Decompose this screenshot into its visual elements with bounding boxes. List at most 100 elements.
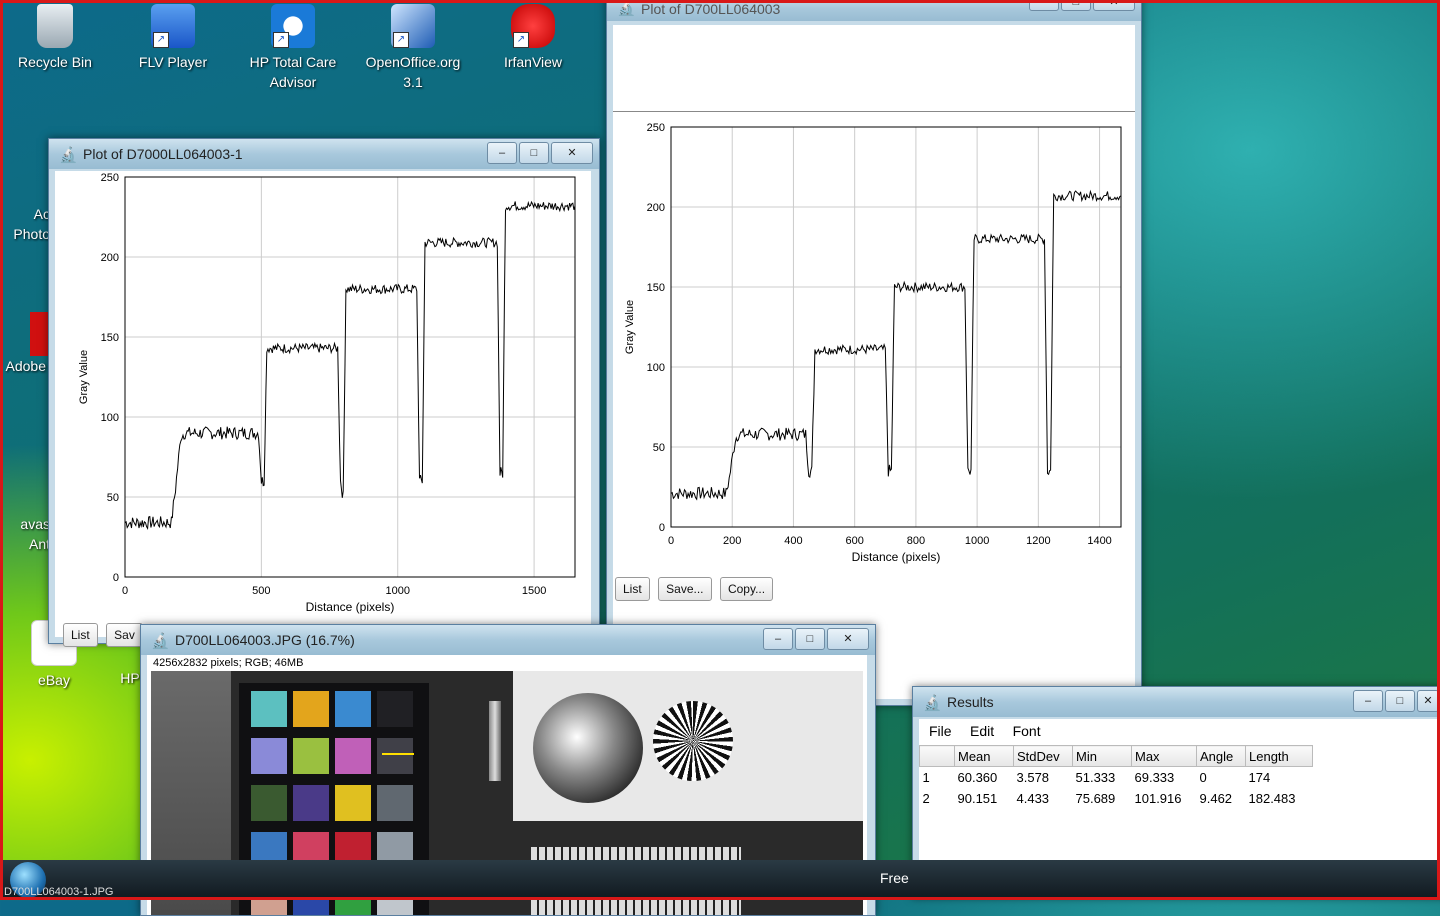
table-row[interactable]: 2 90.151 4.433 75.689 101.916 9.462 182.… [920,788,1313,809]
taskbar-item[interactable]: D700LL064003-1.JPG [4,886,113,898]
minimize-button[interactable]: – [487,142,517,164]
column-header[interactable]: Mean [954,745,1014,767]
y-tick-label: 200 [101,252,119,264]
siemens-star [653,701,733,781]
cell: 75.689 [1075,791,1116,806]
microscope-icon: 🔬 [617,0,636,17]
column-header[interactable]: StdDev [1013,745,1073,767]
desktop-icon-adobe-partial[interactable]: Adobe [0,312,52,376]
menu-edit[interactable]: Edit [970,723,994,739]
desktop-icon-flv-player[interactable]: ↗ FLV Player [118,4,228,72]
microscope-icon: 🔬 [151,633,170,650]
cell: 60.360 [957,770,998,785]
plot-area [670,126,1122,528]
y-axis-label: Gray Value [78,350,90,404]
list-button[interactable]: List [615,577,650,601]
icon-label: IrfanView [503,54,563,70]
x-tick-label: 0 [668,535,674,547]
window-title: Results [947,694,994,710]
desktop-icon-acrobat-partial[interactable]: Ac Photo [0,160,50,244]
cell: 69.333 [1134,770,1175,785]
desktop-icon-openoffice[interactable]: ↗ OpenOffice.org 3.1 [358,4,468,92]
desktop-icon-irfanview[interactable]: ↗ IrfanView [478,4,588,72]
maximize-button[interactable]: □ [519,142,549,164]
y-tick-label: 50 [107,492,119,504]
test-target [513,671,863,821]
color-swatch [377,738,413,774]
cell: 101.916 [1134,791,1182,806]
menu-file[interactable]: File [929,723,952,739]
table-row[interactable]: 1 60.360 3.578 51.333 69.333 0 174 [920,767,1313,789]
icon-label: Recycle Bin [18,54,92,70]
window-controls: – □ ✕ [1029,0,1135,11]
close-button[interactable]: ✕ [1417,690,1439,712]
color-swatch [293,738,329,774]
close-button[interactable]: ✕ [551,142,593,164]
title-bar[interactable]: 🔬 D700LL064003.JPG (16.7%) – □ ✕ [141,625,875,655]
menu-font[interactable]: Font [1013,723,1041,739]
image-info: 4256x2832 pixels; RGB; 46MB [153,657,304,669]
irfanview-icon: ↗ [511,4,555,48]
maximize-button[interactable]: □ [795,628,825,650]
results-table: Mean StdDev Min Max Angle Length 1 60.36… [919,745,1313,809]
plot-header-area [613,25,1135,112]
color-swatch [251,785,287,821]
x-tick-label: 400 [784,535,802,547]
desktop-icon-recycle-bin[interactable]: Recycle Bin [0,4,110,72]
title-bar[interactable]: 🔬 Plot of D7000LL064003-1 – □ ✕ [49,139,599,169]
desktop-icon-hp-care[interactable]: ↗ HP Total Care Advisor [238,4,348,92]
color-swatch [293,785,329,821]
shortcut-arrow-icon: ↗ [153,32,169,48]
x-tick-label: 600 [845,535,863,547]
y-tick-label: 100 [101,412,119,424]
maximize-button[interactable]: □ [1061,0,1091,11]
minimize-button[interactable]: – [763,628,793,650]
shortcut-arrow-icon: ↗ [513,32,529,48]
save-button[interactable]: Save... [658,577,712,601]
microscope-icon: 🔬 [923,695,942,712]
desktop-icon-avast-partial[interactable]: avas Ant [0,470,50,554]
list-button[interactable]: List [63,623,98,647]
plot-area [124,176,576,578]
color-swatch [293,691,329,727]
cell: 3.578 [1016,770,1050,785]
y-tick-label: 0 [113,572,119,584]
window-title: Plot of D700LL064003 [641,1,781,17]
y-tick-label: 100 [647,362,665,374]
save-button[interactable]: Sav [106,623,143,647]
shortcut-arrow-icon: ↗ [273,32,289,48]
column-header[interactable] [919,745,955,767]
plot-window-2: 🔬 Plot of D700LL064003 – □ ✕ 0 50 100 150 20… [606,0,1142,706]
shortcut-arrow-icon: ↗ [393,32,409,48]
maximize-button[interactable]: □ [1385,690,1415,712]
y-tick-label: 0 [659,522,665,534]
y-tick-label: 250 [101,172,119,184]
close-button[interactable]: ✕ [827,628,869,650]
close-button[interactable]: ✕ [1093,0,1135,11]
column-header[interactable]: Min [1072,745,1132,767]
x-tick-label: 1000 [385,585,409,597]
copy-button[interactable]: Copy... [719,577,774,601]
minimize-button[interactable]: – [1029,0,1059,11]
column-header[interactable]: Max [1131,745,1197,767]
window-controls: – □ ✕ [1353,690,1439,712]
window-title: Plot of D7000LL064003-1 [83,146,243,162]
plot-chart: 0 50 100 150 200 250 0 500 1000 1500 Distance (pix… [78,172,576,614]
minimize-button[interactable]: – [1353,690,1383,712]
column-header[interactable]: Angle [1196,745,1246,767]
hinge [489,701,501,781]
cell: 90.151 [957,791,998,806]
cell: 174 [1248,770,1271,785]
x-axis-label: Distance (pixels) [306,600,395,614]
hp-care-icon: ↗ [271,4,315,48]
x-axis-label: Distance (pixels) [852,550,941,564]
x-tick-label: 1000 [965,535,989,547]
title-bar[interactable]: 🔬 Plot of D700LL064003 – □ ✕ [607,0,1141,21]
window-controls: – □ ✕ [487,142,593,164]
menu-bar: File Edit Font [919,719,1440,745]
title-bar[interactable]: 🔬 Results – □ ✕ [913,687,1440,717]
column-header[interactable]: Length [1245,745,1313,767]
color-swatch [251,738,287,774]
plot-window-1: 🔬 Plot of D7000LL064003-1 – □ ✕ 0 50 100 15… [48,138,600,647]
taskbar-free-label[interactable]: Free [880,870,909,886]
